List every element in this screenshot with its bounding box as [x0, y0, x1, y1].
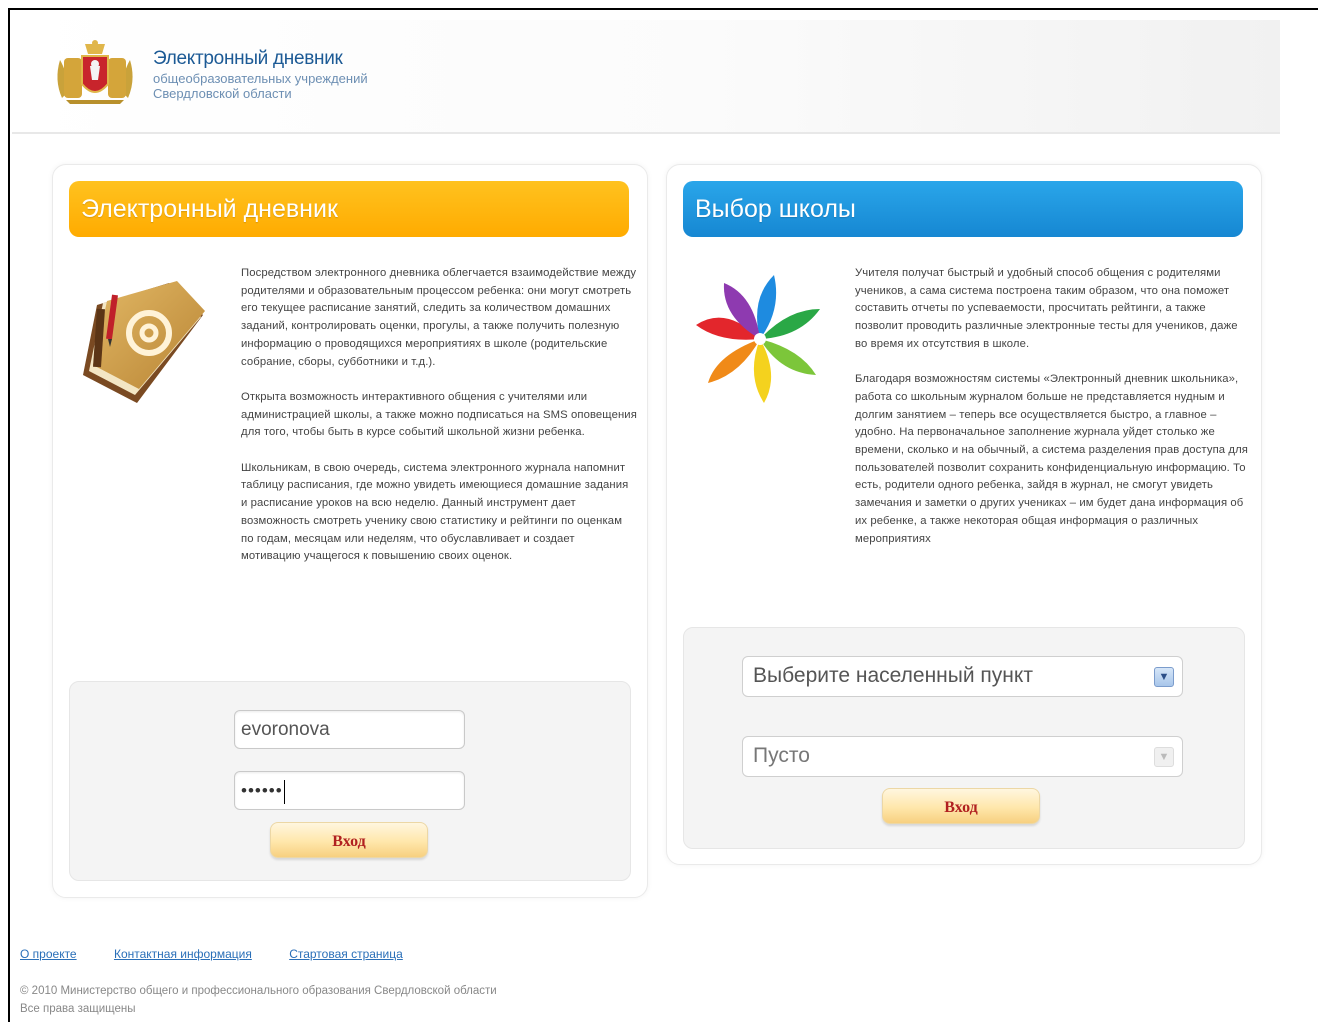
site-header: Электронный дневник общеобразовательных … — [12, 20, 1280, 134]
site-subtitle-line1: общеобразовательных учреждений — [153, 71, 368, 86]
footer-link-contacts[interactable]: Контактная информация — [114, 947, 252, 961]
site-subtitle-line2: Свердловской области — [153, 86, 292, 101]
footer-link-home[interactable]: Стартовая страница — [289, 947, 403, 961]
address-book-icon — [83, 281, 205, 403]
school-paragraph: Учителя получат быстрый и удобный способ… — [855, 267, 1238, 350]
login-button[interactable]: Вход — [270, 822, 428, 858]
footer-link-about[interactable]: О проекте — [20, 947, 77, 961]
password-input-value: •••••• — [241, 781, 283, 800]
login-form: evoronova •••••• Вход — [69, 681, 631, 881]
text-cursor — [283, 779, 285, 804]
login-input[interactable]: evoronova — [234, 710, 465, 749]
pinwheel-icon — [696, 275, 820, 403]
site-title: Электронный дневник — [153, 48, 343, 69]
diary-description: Посредством электронного дневника облегч… — [241, 265, 637, 584]
site-subtitle: общеобразовательных учреждений Свердловс… — [153, 71, 368, 101]
school-select[interactable]: Пусто ▼ — [742, 736, 1183, 777]
login-input-value: evoronova — [241, 719, 330, 740]
copyright: © 2010 Министерство общего и профессиона… — [20, 982, 497, 1018]
copyright-line2: Все права защищены — [20, 1003, 136, 1015]
password-input[interactable]: •••••• — [234, 771, 465, 810]
school-select-form: Выберите населенный пункт ▼ Пусто ▼ Вход — [683, 627, 1245, 849]
city-select[interactable]: Выберите населенный пункт ▼ — [742, 656, 1183, 697]
city-select-value: Выберите населенный пункт — [753, 664, 1033, 687]
diary-banner: Электронный дневник — [69, 181, 629, 237]
coat-of-arms-icon — [57, 40, 133, 104]
school-login-button[interactable]: Вход — [882, 788, 1040, 824]
diary-paragraph: Посредством электронного дневника облегч… — [241, 267, 637, 368]
chevron-down-icon[interactable]: ▼ — [1154, 667, 1174, 687]
school-paragraph: Благодаря возможностям системы «Электрон… — [855, 373, 1249, 545]
school-select-panel: Выбор школы Учителя получат быстрый и уд… — [666, 164, 1262, 865]
school-description: Учителя получат быстрый и удобный способ… — [855, 265, 1251, 566]
diary-login-panel: Электронный дневник Посредством электрон… — [52, 164, 648, 898]
diary-paragraph: Школьникам, в свою очередь, система элек… — [241, 461, 629, 563]
footer-nav: О проекте Контактная информация Стартова… — [20, 947, 437, 961]
diary-paragraph: Открыта возможность интерактивного общен… — [241, 390, 637, 439]
school-select-value: Пусто — [753, 744, 810, 767]
copyright-line1: © 2010 Министерство общего и профессиона… — [20, 985, 497, 997]
chevron-down-icon: ▼ — [1154, 747, 1174, 767]
school-select-banner: Выбор школы — [683, 181, 1243, 237]
